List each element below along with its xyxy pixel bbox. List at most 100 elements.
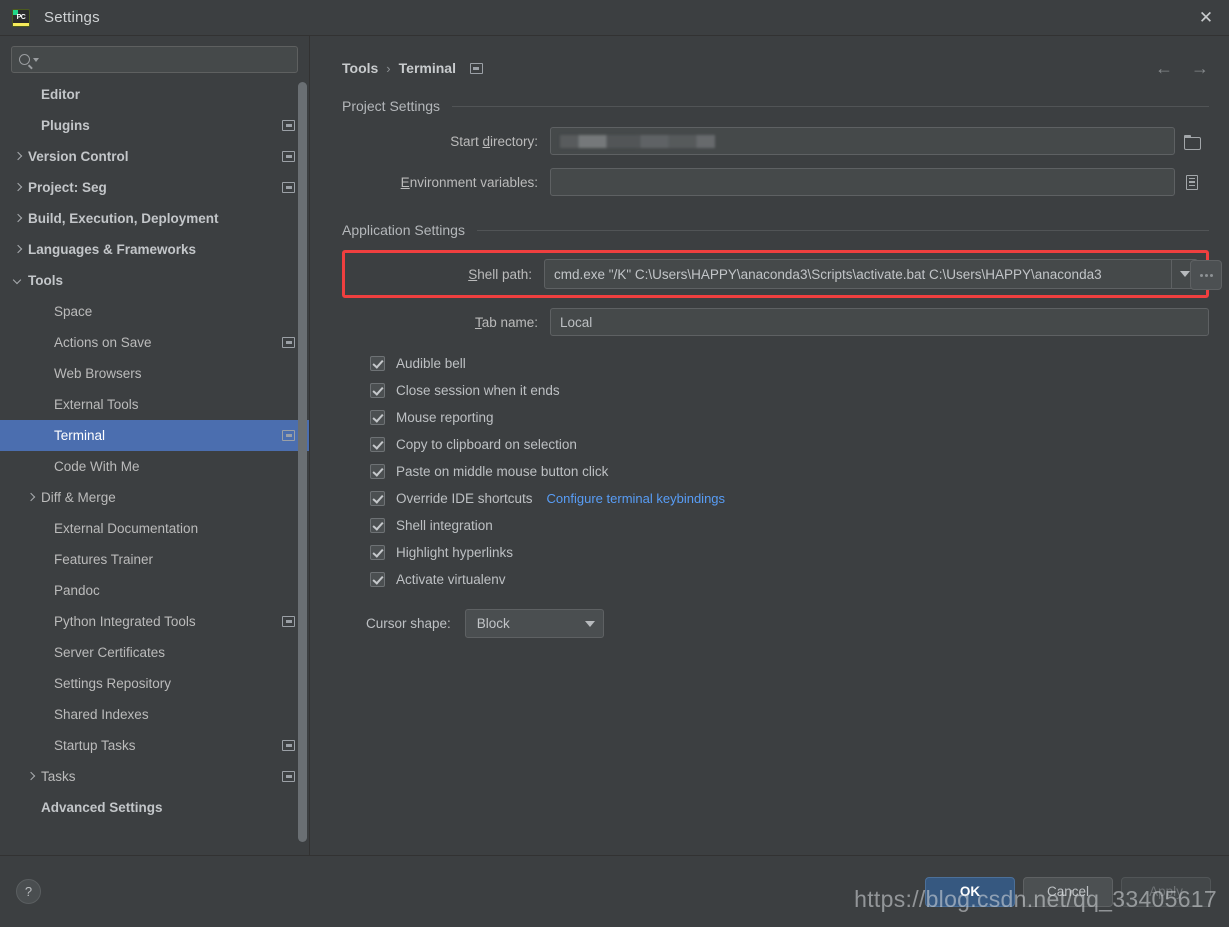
checkbox-close-session-when-it-ends[interactable] <box>370 383 385 398</box>
start-directory-input[interactable] <box>550 127 1175 155</box>
checkbox-override-ide-shortcuts[interactable] <box>370 491 385 506</box>
dialog-body: Editor Plugins Version Control Project: Seg… <box>0 36 1229 855</box>
checkbox-row[interactable]: Close session when it ends <box>370 377 1209 404</box>
checkbox-activate-virtualenv[interactable] <box>370 572 385 587</box>
sidebar-item-tasks[interactable]: Tasks <box>0 761 309 792</box>
search-input[interactable] <box>45 51 290 68</box>
sidebar-item-space[interactable]: Space <box>0 296 309 327</box>
project-scope-icon <box>282 182 295 193</box>
checkbox-audible-bell[interactable] <box>370 356 385 371</box>
search-filter-chevron-icon[interactable] <box>33 57 39 62</box>
sidebar-item-python-integrated-tools[interactable]: Python Integrated Tools <box>0 606 309 637</box>
sidebar-item-advanced-settings[interactable]: Advanced Settings <box>0 792 309 823</box>
sidebar-item-label: Server Certificates <box>54 645 166 660</box>
tab-name-input[interactable]: Local <box>550 308 1209 336</box>
start-directory-label-post: irectory: <box>489 133 538 149</box>
back-arrow-icon[interactable]: ← <box>1155 59 1173 77</box>
checkbox-row[interactable]: Shell integration <box>370 512 1209 539</box>
cancel-button[interactable]: Cancel <box>1023 876 1113 907</box>
dialog-button-group: OK Cancel Apply <box>925 876 1211 907</box>
search-icon <box>19 54 30 65</box>
application-settings-heading: Application Settings <box>342 222 1209 238</box>
sidebar-item-editor[interactable]: Editor <box>0 79 309 110</box>
sidebar-item-languages-frameworks[interactable]: Languages & Frameworks <box>0 234 309 265</box>
sidebar-item-plugins[interactable]: Plugins <box>0 110 309 141</box>
environment-variables-edit-button[interactable] <box>1175 168 1209 196</box>
sidebar-item-terminal[interactable]: Terminal <box>0 420 309 451</box>
sidebar-item-label: Shared Indexes <box>54 707 149 722</box>
sidebar-scrollbar[interactable] <box>298 82 307 842</box>
chevron-right-icon[interactable] <box>25 491 38 504</box>
sidebar-item-web-browsers[interactable]: Web Browsers <box>0 358 309 389</box>
checkbox-row[interactable]: Highlight hyperlinks <box>370 539 1209 566</box>
cursor-shape-select[interactable]: Block <box>464 609 604 638</box>
checkbox-label: Close session when it ends <box>396 383 560 398</box>
environment-variables-input[interactable] <box>550 168 1175 196</box>
sidebar-item-label: Actions on Save <box>54 335 152 350</box>
terminal-options-list: Audible bell Close session when it ends Mo… <box>342 350 1209 593</box>
chevron-right-icon[interactable] <box>12 150 25 163</box>
close-icon[interactable]: ✕ <box>1183 0 1229 35</box>
sidebar-item-label: Version Control <box>28 149 129 164</box>
ok-button[interactable]: OK <box>925 876 1015 907</box>
sidebar-item-startup-tasks[interactable]: Startup Tasks <box>0 730 309 761</box>
start-directory-browse-button[interactable] <box>1175 127 1209 155</box>
sidebar-item-server-certificates[interactable]: Server Certificates <box>0 637 309 668</box>
search-box[interactable] <box>11 46 298 73</box>
environment-variables-label: Environment variables: <box>342 175 550 190</box>
start-directory-label-key: d <box>482 133 490 149</box>
checkbox-row[interactable]: Mouse reporting <box>370 404 1209 431</box>
shell-path-combobox[interactable]: cmd.exe "/K" C:\Users\HAPPY\anaconda3\Sc… <box>544 259 1198 289</box>
checkbox-row[interactable]: Paste on middle mouse button click <box>370 458 1209 485</box>
sidebar-item-external-documentation[interactable]: External Documentation <box>0 513 309 544</box>
checkbox-row[interactable]: Audible bell <box>370 350 1209 377</box>
chevron-right-icon[interactable] <box>25 770 38 783</box>
sidebar-item-shared-indexes[interactable]: Shared Indexes <box>0 699 309 730</box>
sidebar-item-code-with-me[interactable]: Code With Me <box>0 451 309 482</box>
pycharm-icon: PC <box>12 8 30 27</box>
help-button[interactable]: ? <box>16 879 41 904</box>
chevron-right-icon[interactable] <box>12 181 25 194</box>
shell-path-label-post: hell path: <box>477 266 532 282</box>
sidebar-item-settings-repository[interactable]: Settings Repository <box>0 668 309 699</box>
window-title: Settings <box>44 9 100 26</box>
checkbox-mouse-reporting[interactable] <box>370 410 385 425</box>
checkbox-row[interactable]: Override IDE shortcuts Configure terminal… <box>370 485 1209 512</box>
apply-button[interactable]: Apply <box>1121 876 1211 907</box>
breadcrumb-parent[interactable]: Tools <box>342 60 378 76</box>
checkbox-copy-to-clipboard-on-selection[interactable] <box>370 437 385 452</box>
chevron-down-icon[interactable] <box>12 274 25 287</box>
configure-terminal-keybindings-link[interactable]: Configure terminal keybindings <box>547 491 725 506</box>
checkbox-row[interactable]: Copy to clipboard on selection <box>370 431 1209 458</box>
sidebar-item-features-trainer[interactable]: Features Trainer <box>0 544 309 575</box>
sidebar-item-pandoc[interactable]: Pandoc <box>0 575 309 606</box>
sidebar-item-build-execution-deployment[interactable]: Build, Execution, Deployment <box>0 203 309 234</box>
chevron-right-icon[interactable] <box>12 212 25 225</box>
tab-name-row: Tab name: Local <box>342 308 1209 336</box>
chevron-right-icon[interactable] <box>12 243 25 256</box>
sidebar-item-external-tools[interactable]: External Tools <box>0 389 309 420</box>
checkbox-shell-integration[interactable] <box>370 518 385 533</box>
checkbox-highlight-hyperlinks[interactable] <box>370 545 385 560</box>
checkbox-paste-on-middle-mouse-button-click[interactable] <box>370 464 385 479</box>
ellipsis-dot-icon <box>1209 273 1213 277</box>
sidebar-item-label: Settings Repository <box>54 676 172 691</box>
sidebar-item-actions-on-save[interactable]: Actions on Save <box>0 327 309 358</box>
sidebar-item-version-control[interactable]: Version Control <box>0 141 309 172</box>
checkbox-row[interactable]: Activate virtualenv <box>370 566 1209 593</box>
shell-path-value[interactable]: cmd.exe "/K" C:\Users\HAPPY\anaconda3\Sc… <box>545 260 1171 288</box>
checkbox-label: Override IDE shortcuts <box>396 491 533 506</box>
checkbox-label: Highlight hyperlinks <box>396 545 514 560</box>
sidebar-item-label: Build, Execution, Deployment <box>28 211 219 226</box>
forward-arrow-icon[interactable]: → <box>1191 59 1209 77</box>
cursor-shape-value: Block <box>476 616 510 631</box>
sidebar-item-project-seg[interactable]: Project: Seg <box>0 172 309 203</box>
sidebar-item-diff-merge[interactable]: Diff & Merge <box>0 482 309 513</box>
shell-path-browse-button[interactable] <box>1190 260 1222 290</box>
cursor-shape-label: Cursor shape: <box>366 616 451 631</box>
sidebar-item-tools[interactable]: Tools <box>0 265 309 296</box>
